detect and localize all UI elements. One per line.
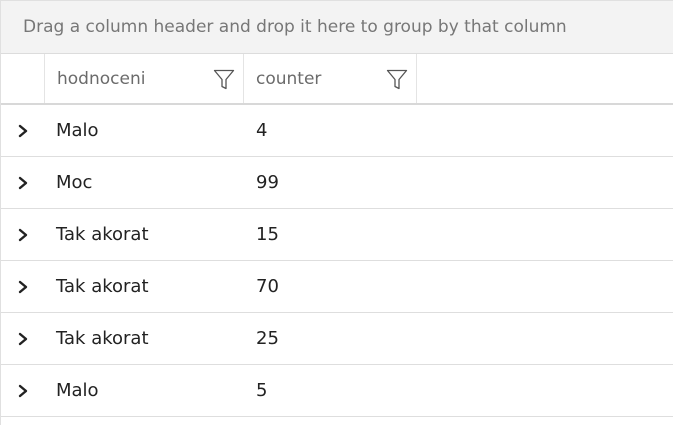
filter-icon[interactable] <box>385 67 409 91</box>
table-row[interactable]: Tak akorat 70 <box>1 261 673 313</box>
chevron-right-icon <box>18 124 28 137</box>
column-header-row: hodnoceni counter <box>1 54 673 105</box>
filter-icon[interactable] <box>212 67 236 91</box>
cell-hodnoceni: Moc <box>56 172 93 193</box>
chevron-right-icon <box>18 280 28 293</box>
column-header-hodnoceni[interactable]: hodnoceni <box>45 54 244 103</box>
column-header-counter[interactable]: counter <box>244 54 417 103</box>
grid-body: Malo 4 Moc 99 Tak akorat 15 Tak akorat 7… <box>1 105 673 417</box>
expand-row-button[interactable] <box>1 365 45 416</box>
column-header-label: counter <box>256 68 322 89</box>
expand-row-button[interactable] <box>1 105 45 156</box>
cell-counter: 5 <box>256 380 268 401</box>
cell-hodnoceni: Tak akorat <box>56 276 149 297</box>
cell-counter: 25 <box>256 328 279 349</box>
expand-row-button[interactable] <box>1 313 45 364</box>
group-by-hint: Drag a column header and drop it here to… <box>23 17 567 37</box>
data-grid: Drag a column header and drop it here to… <box>0 0 673 425</box>
chevron-right-icon <box>18 176 28 189</box>
expand-column-header <box>1 54 45 103</box>
cell-hodnoceni: Tak akorat <box>56 224 149 245</box>
table-row[interactable]: Malo 5 <box>1 365 673 417</box>
chevron-right-icon <box>18 332 28 345</box>
cell-counter: 15 <box>256 224 279 245</box>
cell-counter: 70 <box>256 276 279 297</box>
expand-row-button[interactable] <box>1 157 45 208</box>
cell-hodnoceni: Tak akorat <box>56 328 149 349</box>
cell-counter: 4 <box>256 120 268 141</box>
expand-row-button[interactable] <box>1 209 45 260</box>
group-by-panel[interactable]: Drag a column header and drop it here to… <box>1 0 673 54</box>
table-row[interactable]: Tak akorat 25 <box>1 313 673 365</box>
cell-hodnoceni: Malo <box>56 120 99 141</box>
expand-row-button[interactable] <box>1 261 45 312</box>
column-header-label: hodnoceni <box>57 68 146 89</box>
cell-counter: 99 <box>256 172 279 193</box>
table-row[interactable]: Moc 99 <box>1 157 673 209</box>
table-row[interactable]: Tak akorat 15 <box>1 209 673 261</box>
chevron-right-icon <box>18 384 28 397</box>
table-row[interactable]: Malo 4 <box>1 105 673 157</box>
cell-hodnoceni: Malo <box>56 380 99 401</box>
chevron-right-icon <box>18 228 28 241</box>
